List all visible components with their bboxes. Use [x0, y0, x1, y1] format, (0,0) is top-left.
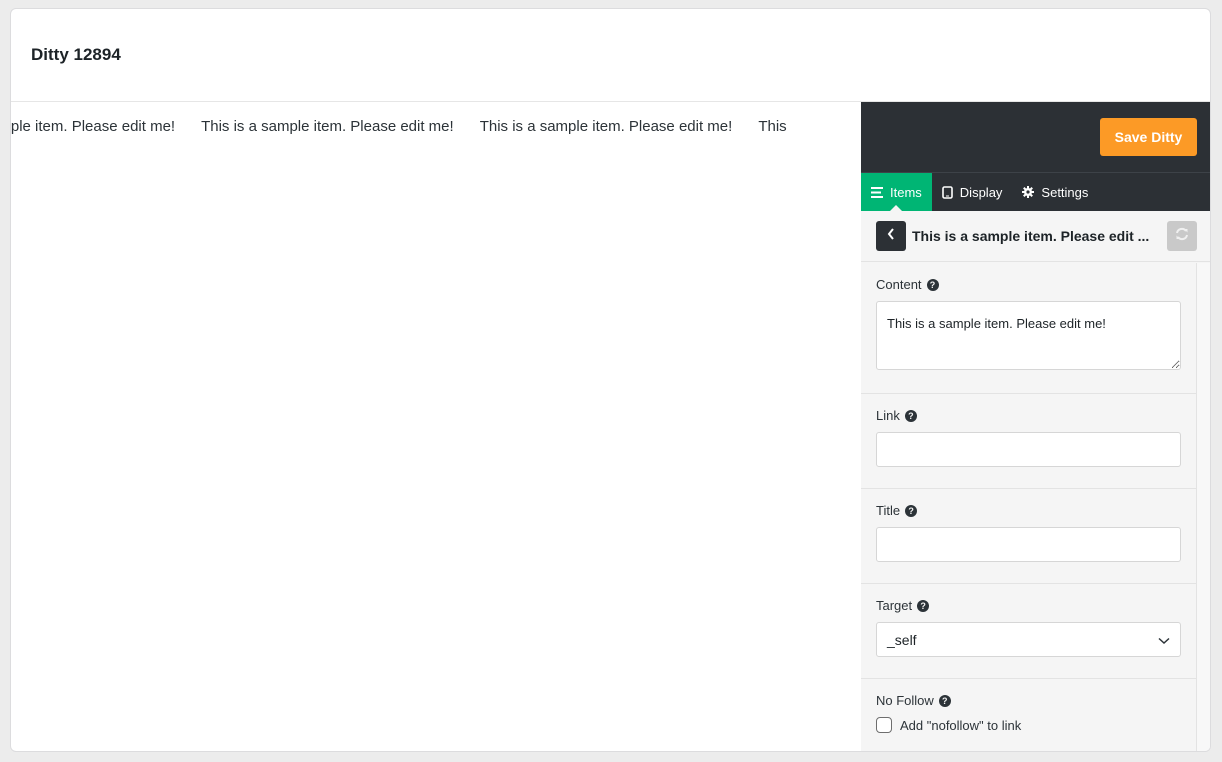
field-label: Link ? [876, 407, 1181, 424]
card-header: Ditty 12894 [11, 9, 1210, 102]
field-target: Target ? _self [861, 584, 1196, 679]
field-title: Title ? [861, 489, 1196, 584]
panel-toolbar: Save Ditty [861, 102, 1210, 172]
target-select[interactable]: _self [876, 622, 1181, 657]
tab-label: Settings [1041, 184, 1089, 200]
field-nofollow: No Follow ? Add "nofollow" to link [861, 679, 1196, 733]
page-title: Ditty 12894 [31, 45, 121, 64]
tab-settings[interactable]: Settings [1012, 173, 1098, 211]
nofollow-label: No Follow [876, 693, 934, 708]
refresh-icon [1175, 227, 1189, 246]
ditty-editor-card: Ditty 12894 is a sample item. Please edi… [10, 8, 1211, 752]
chevron-left-icon [887, 227, 895, 245]
item-fields: Content ? This is a sample item. Please … [861, 263, 1197, 751]
nofollow-checkbox-label[interactable]: Add "nofollow" to link [900, 718, 1021, 733]
ticker-item: This is a sample item. Please edit me! [201, 118, 454, 135]
help-icon[interactable]: ? [905, 504, 918, 517]
title-label: Title [876, 503, 901, 518]
title-input[interactable] [876, 527, 1181, 562]
link-label: Link [876, 408, 900, 423]
link-input[interactable] [876, 432, 1181, 467]
field-label: No Follow ? [876, 692, 1181, 709]
tab-label: Display [959, 184, 1003, 200]
help-icon[interactable]: ? [917, 599, 930, 612]
tab-items[interactable]: Items [861, 173, 932, 211]
field-content: Content ? This is a sample item. Please … [861, 263, 1196, 394]
ticker-item: This [758, 118, 787, 135]
refresh-button[interactable] [1167, 221, 1197, 251]
help-icon[interactable]: ? [926, 278, 939, 291]
back-button[interactable] [876, 221, 906, 251]
field-label: Title ? [876, 502, 1181, 519]
nofollow-option: Add "nofollow" to link [876, 717, 1181, 733]
save-ditty-button[interactable]: Save Ditty [1100, 118, 1197, 156]
gear-icon [1022, 186, 1035, 198]
editor-panel: Save Ditty Items Display Settings This i… [861, 102, 1210, 751]
ticker: is a sample item. Please edit me! This is… [11, 118, 813, 135]
ditty-preview: is a sample item. Please edit me! This is… [11, 102, 861, 751]
panel-tabs: Items Display Settings [861, 172, 1210, 211]
tab-label: Items [890, 184, 922, 200]
item-title: This is a sample item. Please edit ... [912, 228, 1150, 244]
content-label: Content [876, 277, 922, 292]
item-header: This is a sample item. Please edit ... [861, 211, 1210, 262]
ticker-item: is a sample item. Please edit me! [11, 118, 176, 135]
tab-display[interactable]: Display [932, 173, 1013, 211]
ticker-item: This is a sample item. Please edit me! [479, 118, 733, 135]
list-icon [871, 186, 883, 198]
content-textarea[interactable]: This is a sample item. Please edit me! [876, 301, 1181, 370]
field-label: Content ? [876, 276, 1181, 293]
help-icon[interactable]: ? [904, 409, 917, 422]
panel-scrollbar[interactable] [1197, 263, 1210, 751]
chevron-down-icon [1158, 632, 1170, 648]
field-link: Link ? [861, 394, 1196, 489]
target-value: _self [887, 631, 917, 648]
help-icon[interactable]: ? [938, 694, 951, 707]
tablet-icon [941, 185, 953, 199]
nofollow-checkbox[interactable] [876, 717, 892, 733]
field-label: Target ? [876, 597, 1181, 614]
target-label: Target [876, 598, 913, 613]
